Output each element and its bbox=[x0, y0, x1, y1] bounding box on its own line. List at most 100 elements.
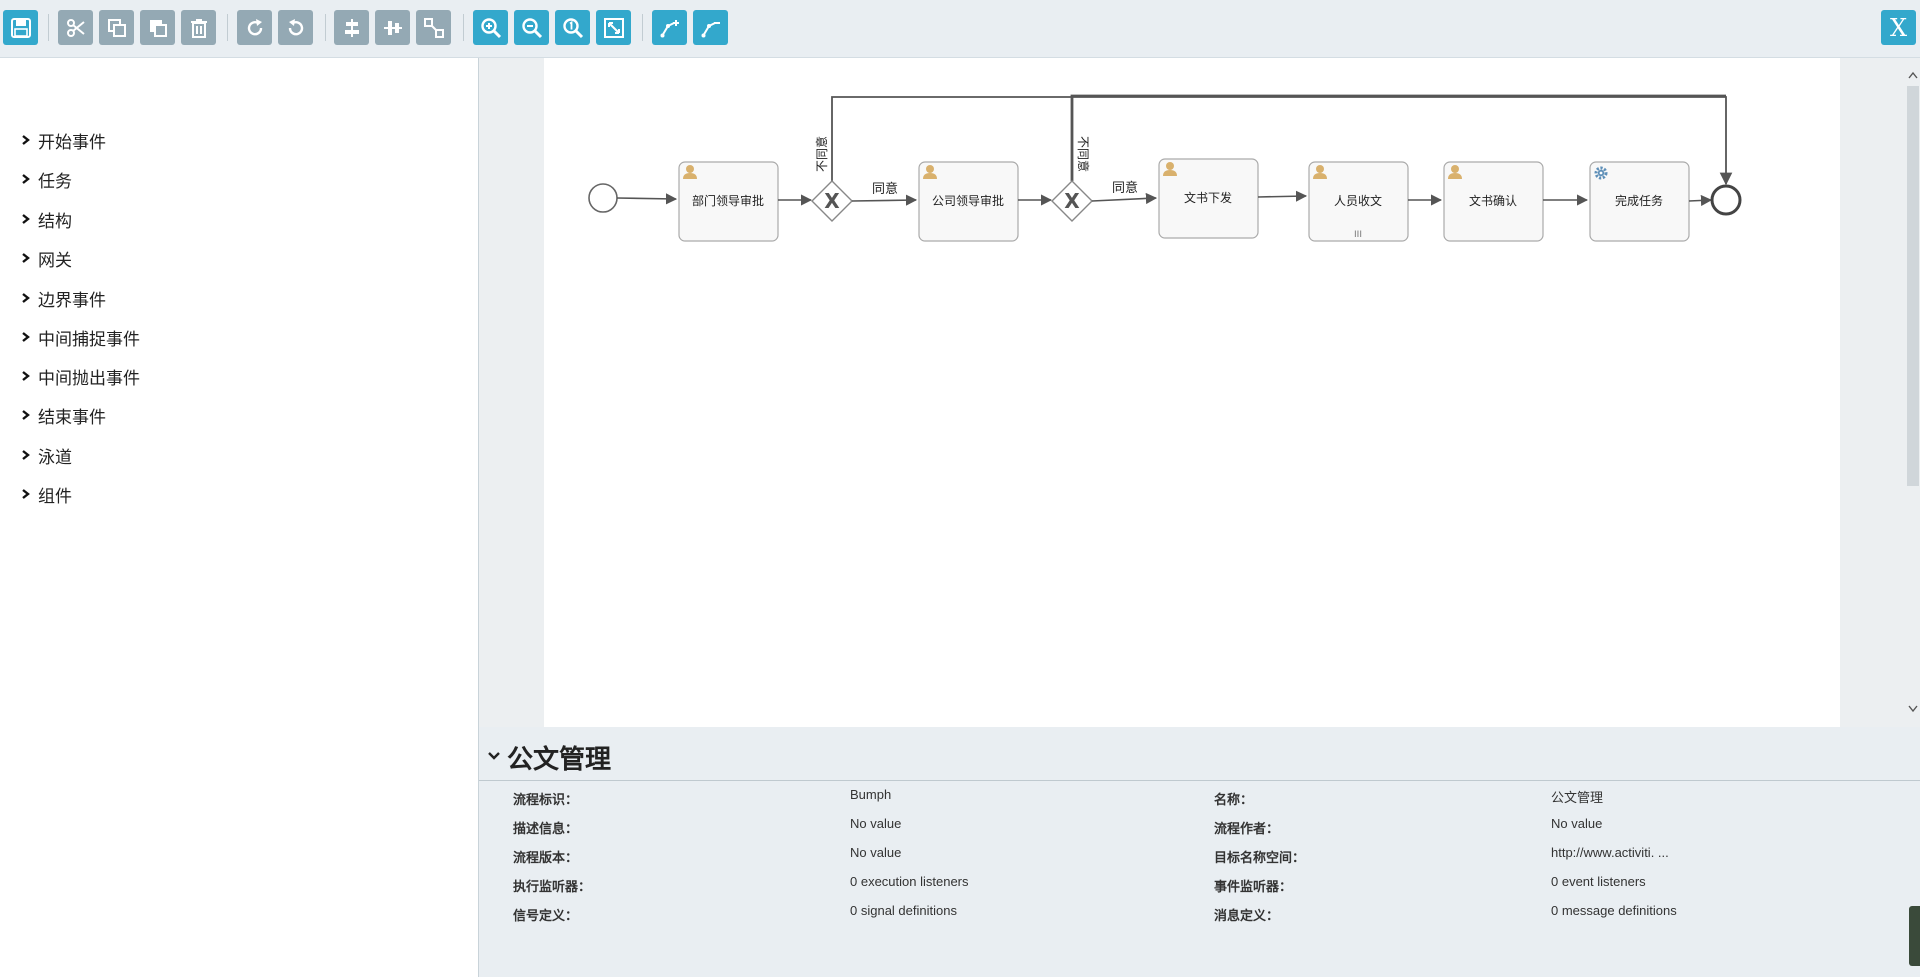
zoom-actual-icon bbox=[562, 17, 583, 38]
copy-button[interactable] bbox=[99, 10, 134, 45]
chevron-right-icon bbox=[22, 410, 30, 420]
prop-value-message-definitions[interactable]: 0 message definitions bbox=[1551, 903, 1677, 918]
prop-value-name[interactable]: 公文管理 bbox=[1551, 787, 1603, 806]
task-label: 文书下发 bbox=[1184, 190, 1232, 205]
svg-text:X: X bbox=[824, 189, 840, 213]
canvas-scrollbar[interactable] bbox=[1907, 70, 1919, 716]
palette-item-structure[interactable]: 结构 bbox=[20, 207, 72, 232]
prop-label: 执行监听器： bbox=[513, 880, 592, 895]
chevron-right-icon bbox=[22, 371, 30, 381]
palette-item-label: 中间捕捉事件 bbox=[38, 329, 140, 350]
task-label: 文书确认 bbox=[1469, 193, 1517, 208]
task-label: 公司领导审批 bbox=[932, 193, 1004, 208]
palette-item-start-event[interactable]: 开始事件 bbox=[20, 128, 106, 153]
properties-title: 公文管理 bbox=[507, 745, 612, 775]
properties-panel: 公文管理 流程标识： Bumph 描述信息： No value 流程版本： No… bbox=[479, 727, 1920, 977]
remove-bendpoint-button[interactable] bbox=[693, 10, 728, 45]
zoom-in-button[interactable] bbox=[473, 10, 508, 45]
process-diagram: 部门领导审批 X 同意 不同意 公司领导审批 X 同意 不同意 文书下发 人员收… bbox=[588, 94, 1742, 242]
add-bendpoint-button[interactable] bbox=[652, 10, 687, 45]
cut-icon bbox=[66, 18, 85, 37]
end-event[interactable] bbox=[1710, 184, 1742, 216]
cut-button[interactable] bbox=[58, 10, 93, 45]
prop-value-execution-listeners[interactable]: 0 execution listeners bbox=[850, 874, 969, 889]
zoom-in-icon bbox=[480, 17, 501, 38]
palette-item-label: 结构 bbox=[38, 211, 72, 232]
prop-value-description[interactable]: No value bbox=[850, 816, 901, 831]
properties-header[interactable]: 公文管理 bbox=[479, 727, 1920, 781]
zoom-out-icon bbox=[521, 17, 542, 38]
prop-label: 描述信息： bbox=[513, 822, 579, 837]
palette-item-end-event[interactable]: 结束事件 bbox=[20, 403, 106, 428]
paste-button[interactable] bbox=[140, 10, 175, 45]
task-department-approval[interactable]: 部门领导审批 bbox=[678, 161, 779, 242]
flow-agree-1[interactable] bbox=[851, 194, 918, 206]
svg-text:X: X bbox=[1064, 189, 1080, 213]
palette-item-label: 开始事件 bbox=[38, 132, 106, 153]
diagram-canvas[interactable]: 部门领导审批 X 同意 不同意 公司领导审批 X 同意 不同意 文书下发 人员收… bbox=[544, 58, 1840, 727]
flow-label-disagree-1: 不同意 bbox=[814, 136, 829, 172]
prop-value-process-id[interactable]: Bumph bbox=[850, 787, 891, 802]
prop-label: 信号定义： bbox=[513, 909, 579, 924]
prop-value-version[interactable]: No value bbox=[850, 845, 901, 860]
palette-item-label: 中间抛出事件 bbox=[38, 368, 140, 389]
prop-value-event-listeners[interactable]: 0 event listeners bbox=[1551, 874, 1646, 889]
align-vertical-icon bbox=[344, 18, 359, 37]
same-size-button[interactable] bbox=[416, 10, 451, 45]
palette-item-swimlane[interactable]: 泳道 bbox=[20, 443, 72, 468]
prop-label: 消息定义： bbox=[1214, 909, 1280, 924]
palette-item-label: 网关 bbox=[38, 250, 72, 271]
prop-value-target-namespace[interactable]: http://www.activiti. ... bbox=[1551, 845, 1669, 860]
palette-item-task[interactable]: 任务 bbox=[20, 167, 72, 192]
task-label: 完成任务 bbox=[1615, 193, 1663, 208]
flow-label-agree-2: 同意 bbox=[1112, 180, 1138, 196]
delete-icon bbox=[190, 18, 207, 38]
redo-icon bbox=[247, 18, 262, 35]
exclusive-gateway-2[interactable]: X bbox=[1051, 180, 1093, 222]
align-vertical-button[interactable] bbox=[334, 10, 369, 45]
task-complete[interactable]: 完成任务 bbox=[1589, 161, 1690, 242]
zoom-out-button[interactable] bbox=[514, 10, 549, 45]
align-horizontal-icon bbox=[383, 20, 402, 35]
task-document-confirm[interactable]: 文书确认 bbox=[1443, 161, 1544, 242]
chevron-right-icon bbox=[22, 214, 30, 224]
prop-label: 流程版本： bbox=[513, 851, 579, 866]
zoom-actual-button[interactable] bbox=[555, 10, 590, 45]
start-event[interactable] bbox=[588, 183, 618, 213]
paste-icon bbox=[149, 19, 167, 37]
redo-button[interactable] bbox=[237, 10, 272, 45]
palette-item-component[interactable]: 组件 bbox=[20, 482, 72, 507]
delete-button[interactable] bbox=[181, 10, 216, 45]
flow-label-agree-1: 同意 bbox=[872, 181, 898, 197]
chevron-right-icon bbox=[22, 489, 30, 499]
undo-button[interactable] bbox=[278, 10, 313, 45]
zoom-fit-button[interactable] bbox=[596, 10, 631, 45]
prop-value-signal-definitions[interactable]: 0 signal definitions bbox=[850, 903, 957, 918]
chevron-right-icon bbox=[22, 253, 30, 263]
palette-item-gateway[interactable]: 网关 bbox=[20, 246, 72, 271]
close-button[interactable]: X bbox=[1881, 10, 1916, 45]
align-horizontal-button[interactable] bbox=[375, 10, 410, 45]
undo-icon bbox=[288, 18, 303, 35]
multi-instance-marker: III bbox=[1354, 230, 1362, 240]
task-document-dispatch[interactable]: 文书下发 bbox=[1158, 158, 1259, 239]
prop-value-author[interactable]: No value bbox=[1551, 816, 1602, 831]
exclusive-gateway-1[interactable]: X bbox=[811, 180, 853, 222]
chevron-right-icon bbox=[22, 135, 30, 145]
task-label: 人员收文 bbox=[1334, 193, 1382, 208]
copy-icon bbox=[107, 18, 126, 37]
palette-item-boundary-event[interactable]: 边界事件 bbox=[20, 286, 106, 311]
save-button[interactable] bbox=[3, 10, 38, 45]
task-company-approval[interactable]: 公司领导审批 bbox=[918, 161, 1019, 242]
side-handle[interactable] bbox=[1909, 906, 1920, 966]
palette-item-intermediate-catch-event[interactable]: 中间捕捉事件 bbox=[20, 325, 140, 350]
task-staff-receive[interactable]: 人员收文 III bbox=[1308, 161, 1409, 242]
prop-label: 名称： bbox=[1214, 793, 1254, 808]
zoom-fit-icon bbox=[603, 17, 624, 38]
chevron-right-icon bbox=[22, 174, 30, 184]
chevron-right-icon bbox=[22, 293, 30, 303]
palette-item-label: 任务 bbox=[38, 171, 72, 192]
prop-label: 目标名称空间： bbox=[1214, 851, 1306, 866]
flow-agree-2[interactable] bbox=[1091, 192, 1158, 205]
palette-item-intermediate-throw-event[interactable]: 中间抛出事件 bbox=[20, 364, 140, 389]
